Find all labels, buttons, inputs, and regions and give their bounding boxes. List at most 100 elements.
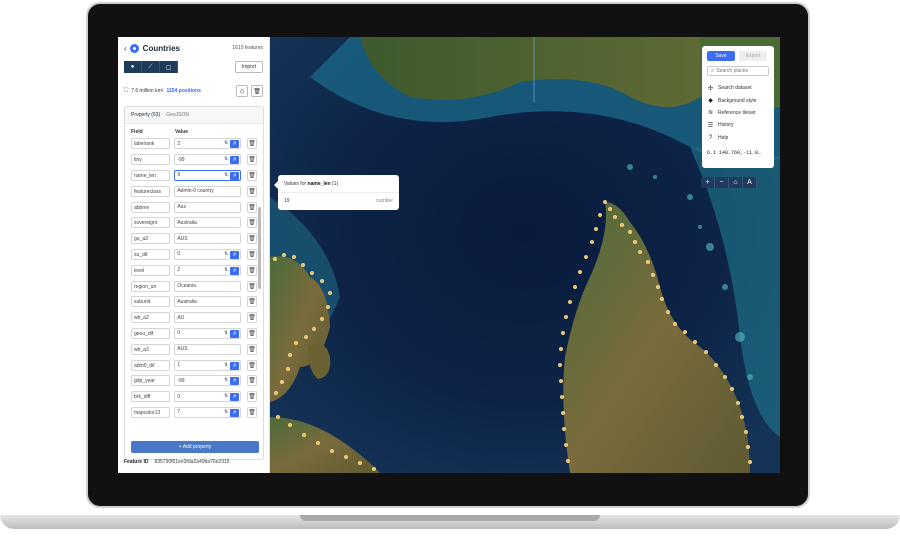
draw-toolbar: ● ⟋ ▢ Import: [118, 59, 269, 75]
property-field-input[interactable]: abbrev: [131, 201, 171, 213]
property-value-input[interactable]: 2 ⇅ #: [174, 138, 242, 150]
number-type-icon[interactable]: #: [230, 156, 240, 165]
delete-property-button[interactable]: 🗑: [247, 375, 257, 387]
menu-item-background-style[interactable]: ◆ Background style: [707, 94, 769, 106]
delete-property-button[interactable]: 🗑: [247, 201, 257, 213]
property-value-input[interactable]: Oceania: [174, 280, 242, 292]
delete-property-button[interactable]: 🗑: [247, 154, 257, 166]
property-field-input[interactable]: sovereignt: [131, 217, 171, 229]
menu-item-history[interactable]: ☰ History: [707, 119, 769, 131]
line-tool-button[interactable]: ⟋: [142, 61, 160, 73]
menu-item-search-dataset[interactable]: ✣ Search dataset: [707, 82, 769, 94]
home-button[interactable]: ⌂: [729, 177, 743, 188]
property-field-input[interactable]: wb_a2: [131, 312, 171, 324]
property-field-input[interactable]: brk_diff: [131, 391, 171, 403]
delete-property-button[interactable]: 🗑: [247, 233, 257, 245]
property-value-input[interactable]: 1 ⇅ #: [174, 359, 242, 371]
property-field-input[interactable]: gu_a3: [131, 233, 171, 245]
property-field-input[interactable]: region_un: [131, 280, 171, 292]
delete-property-button[interactable]: 🗑: [247, 359, 257, 371]
tab-geojson[interactable]: GeoJSON: [166, 112, 189, 118]
delete-property-button[interactable]: 🗑: [247, 248, 257, 260]
property-field-input[interactable]: gdp_year: [131, 375, 171, 387]
menu-item-help[interactable]: ? Help: [707, 132, 769, 144]
add-property-button[interactable]: + Add property: [131, 441, 259, 453]
zoom-in-button[interactable]: +: [701, 177, 715, 188]
search-places-input[interactable]: [716, 68, 765, 74]
delete-property-button[interactable]: 🗑: [247, 312, 257, 324]
property-value-input[interactable]: AU: [174, 312, 242, 324]
sort-icon: ⇅: [223, 408, 229, 415]
delete-property-button[interactable]: 🗑: [247, 217, 257, 229]
property-value-input[interactable]: 0 ⇅ #: [174, 391, 242, 403]
delete-property-button[interactable]: 🗑: [247, 138, 257, 150]
menu-item-label: Search dataset: [718, 85, 752, 92]
save-button[interactable]: Save: [707, 51, 735, 61]
property-field-input[interactable]: level: [131, 264, 171, 276]
number-type-icon[interactable]: #: [230, 140, 240, 149]
property-value-input[interactable]: 0 ⇅ #: [174, 327, 242, 339]
property-value-input[interactable]: Aus: [174, 201, 242, 213]
property-value-text: Australia: [177, 298, 197, 305]
number-type-icon[interactable]: #: [230, 393, 240, 402]
delete-property-button[interactable]: 🗑: [247, 169, 257, 181]
delete-property-button[interactable]: 🗑: [247, 264, 257, 276]
delete-property-button[interactable]: 🗑: [247, 391, 257, 403]
number-type-icon[interactable]: #: [230, 361, 240, 370]
property-value-text: Aus: [177, 204, 186, 211]
delete-property-button[interactable]: 🗑: [247, 185, 257, 197]
property-value-input[interactable]: Australia: [174, 296, 242, 308]
property-field-input[interactable]: featureclass: [131, 185, 171, 197]
feature-id-value: 835790f61ee3fda2a40ba76e2915: [154, 459, 230, 465]
point-tool-button[interactable]: ●: [124, 61, 142, 73]
property-value-input[interactable]: 9 ⇅ #: [174, 169, 242, 181]
number-type-icon[interactable]: #: [230, 266, 240, 275]
property-value-input[interactable]: -99 ⇅ #: [174, 375, 242, 387]
trash-icon: 🗑: [248, 236, 256, 243]
property-field-input[interactable]: adm0_dif: [131, 359, 171, 371]
polygon-tool-button[interactable]: ▢: [160, 61, 178, 73]
tab-properties[interactable]: Property (63): [131, 112, 160, 118]
property-value-text: 1: [177, 362, 181, 369]
search-places: ⌕: [707, 66, 769, 76]
number-type-icon[interactable]: #: [230, 250, 240, 259]
property-value-input[interactable]: 0 ⇅ #: [174, 248, 242, 260]
property-field-input[interactable]: wb_a3: [131, 343, 171, 355]
sort-icon: ⇅: [223, 140, 229, 147]
properties-scrollbar[interactable]: [258, 207, 261, 289]
property-field-input[interactable]: name_len: [131, 169, 171, 181]
delete-property-button[interactable]: 🗑: [247, 280, 257, 292]
property-value-input[interactable]: -99 ⇅ #: [174, 154, 242, 166]
menu-item-reference-tileset[interactable]: ≋ Reference tileset: [707, 107, 769, 119]
delete-feature-button[interactable]: 🗑: [251, 85, 263, 97]
property-value-input[interactable]: AUS: [174, 343, 242, 355]
property-field-input[interactable]: mapcolor13: [131, 406, 171, 418]
property-field-input[interactable]: su_dif: [131, 248, 171, 260]
export-button[interactable]: Export: [739, 51, 767, 61]
zoom-out-button[interactable]: −: [715, 177, 729, 188]
property-value-input[interactable]: Australia: [174, 217, 242, 229]
delete-property-button[interactable]: 🗑: [247, 343, 257, 355]
edit-geometry-button[interactable]: ◇: [236, 85, 248, 97]
property-field-input[interactable]: labelrank: [131, 138, 171, 150]
back-chevron-icon[interactable]: ‹: [124, 44, 127, 53]
property-value-text: 7: [177, 409, 181, 416]
number-type-icon[interactable]: #: [230, 171, 240, 180]
property-field-input[interactable]: geou_dif: [131, 327, 171, 339]
number-type-icon[interactable]: #: [230, 377, 240, 386]
property-field-input[interactable]: subunit: [131, 296, 171, 308]
property-value-input[interactable]: AUS: [174, 233, 242, 245]
property-value-input[interactable]: 2 ⇅ #: [174, 264, 242, 276]
delete-property-button[interactable]: 🗑: [247, 296, 257, 308]
property-row: labelrank 2 ⇅ # 🗑: [131, 136, 257, 152]
number-type-icon[interactable]: #: [230, 408, 240, 417]
property-value-input[interactable]: 7 ⇅ #: [174, 406, 242, 418]
import-button[interactable]: Import: [234, 61, 263, 73]
tooltip-value-row[interactable]: 19 number: [278, 193, 399, 209]
property-field-input[interactable]: tiny: [131, 154, 171, 166]
delete-property-button[interactable]: 🗑: [247, 406, 257, 418]
property-value-input[interactable]: Admin-0 country: [174, 185, 242, 197]
compass-button[interactable]: A: [743, 177, 757, 188]
number-type-icon[interactable]: #: [230, 329, 240, 338]
delete-property-button[interactable]: 🗑: [247, 327, 257, 339]
